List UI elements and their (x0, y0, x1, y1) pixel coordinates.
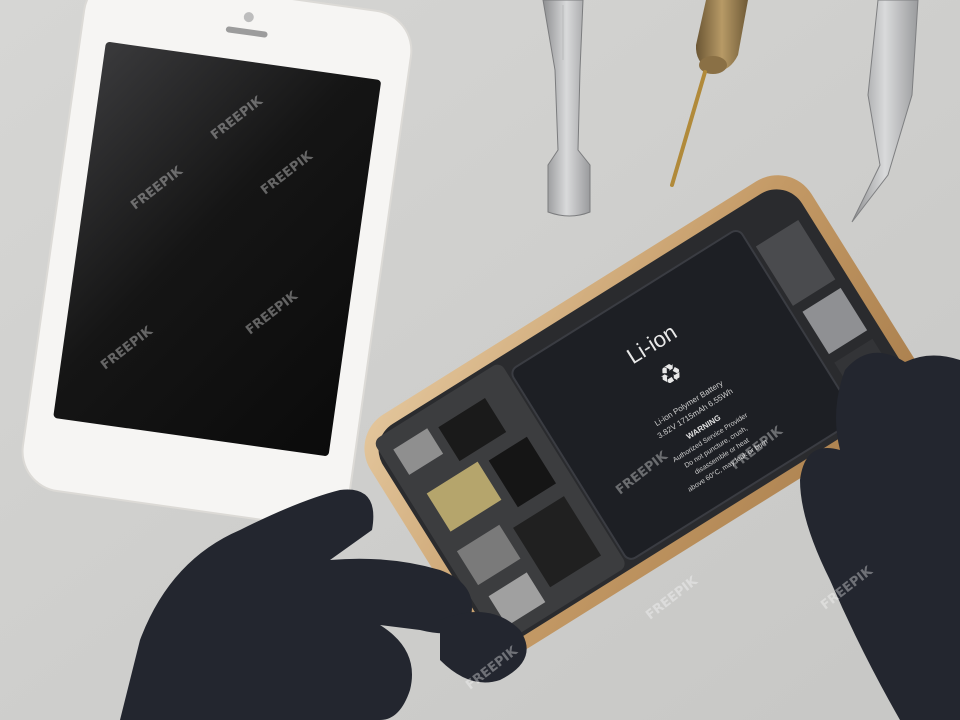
repair-scene: Li-ion ♻ Li-ion Polymer Battery 3.82V 17… (0, 0, 960, 720)
phone-screen (53, 42, 381, 456)
